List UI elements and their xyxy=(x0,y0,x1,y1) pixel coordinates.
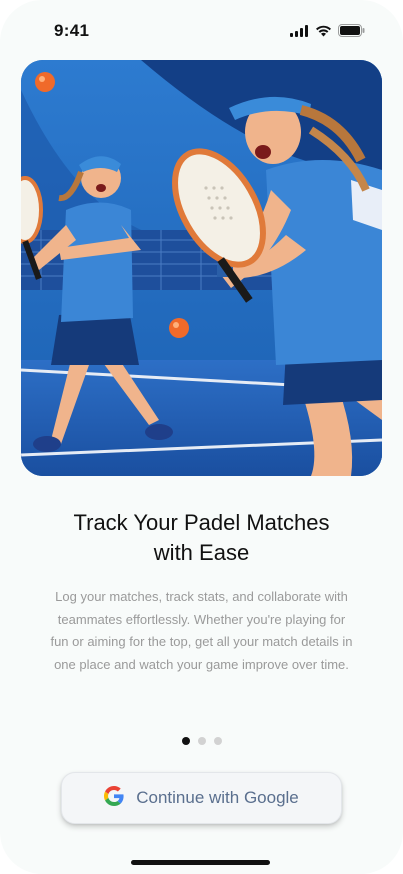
onboarding-title: Track Your Padel Matches with Ease xyxy=(30,508,373,568)
status-time: 9:41 xyxy=(54,21,90,40)
title-line-1: Track Your Padel Matches xyxy=(73,510,330,535)
continue-with-google-button[interactable]: Continue with Google xyxy=(61,772,342,824)
onboarding-description: Log your matches, track stats, and colla… xyxy=(50,589,353,672)
wifi-icon xyxy=(315,24,332,42)
google-button-label: Continue with Google xyxy=(136,788,299,807)
google-icon xyxy=(104,785,124,811)
page-dot-2[interactable] xyxy=(197,737,206,745)
title-line-2: with Ease xyxy=(153,540,250,565)
status-icons xyxy=(290,24,365,42)
page-dot-1[interactable] xyxy=(181,737,190,745)
status-bar: 9:41 xyxy=(0,0,403,60)
page-indicator xyxy=(0,737,403,745)
hero-illustration xyxy=(21,60,382,476)
onboarding-screen: 9:41 Track Your Padel Matches with Ease … xyxy=(0,0,403,874)
home-indicator[interactable] xyxy=(131,860,270,865)
page-dot-3[interactable] xyxy=(213,737,222,745)
battery-icon xyxy=(338,24,365,42)
padel-players-illustration xyxy=(21,60,382,476)
cellular-signal-icon xyxy=(290,24,309,42)
